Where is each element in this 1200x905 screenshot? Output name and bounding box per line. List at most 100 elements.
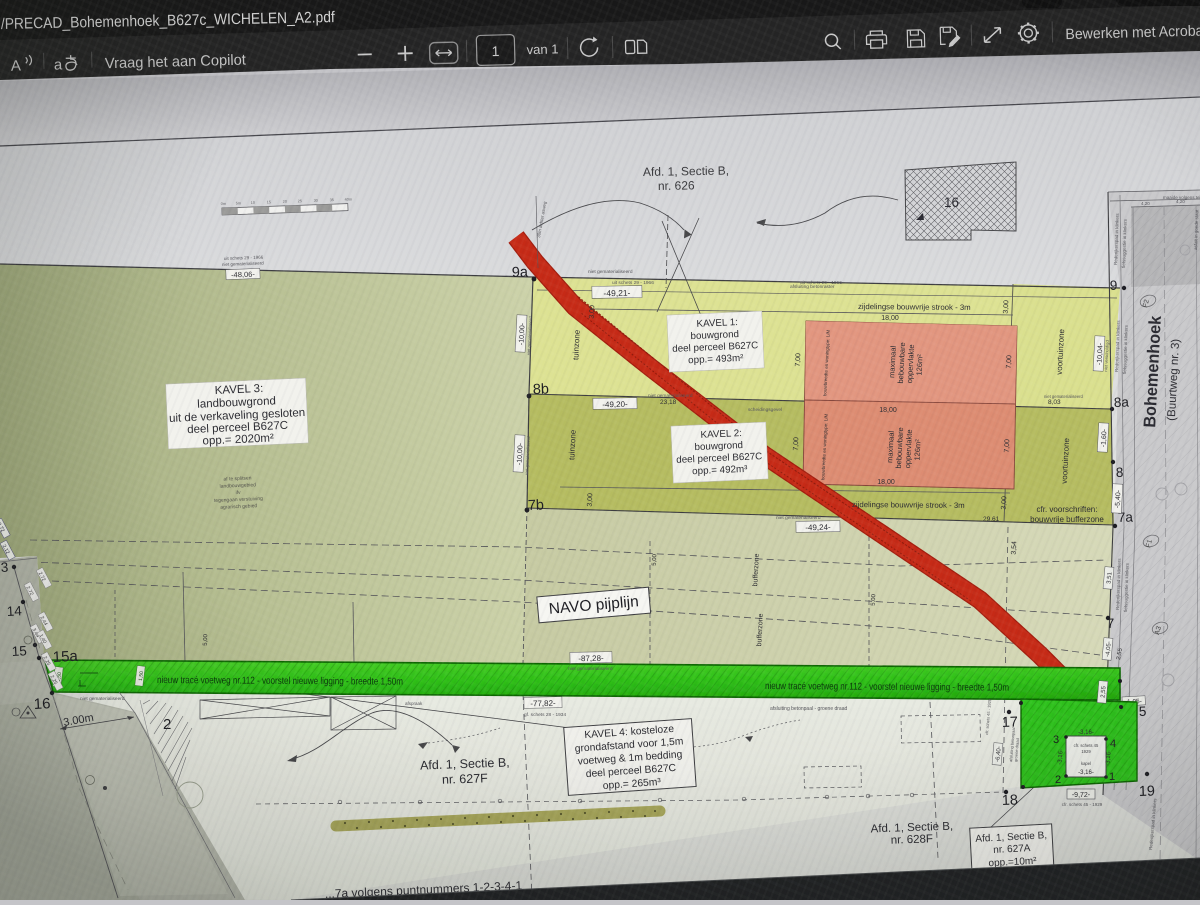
svg-text:1,50: 1,50 [138,671,145,682]
svg-text:126m²: 126m² [912,439,922,461]
svg-text:40m: 40m [345,197,353,201]
svg-text:16: 16 [33,695,51,713]
svg-text:KAVEL 1:: KAVEL 1: [696,317,738,330]
svg-text:2: 2 [1055,774,1061,786]
svg-text:3,00: 3,00 [1003,300,1011,314]
svg-text:9a: 9a [512,264,530,281]
svg-text:7,00: 7,00 [795,353,803,367]
svg-text:nr. 627A: nr. 627A [993,843,1031,856]
svg-text:cfr. schets 45: cfr. schets 45 [1074,743,1099,748]
svg-text:Bewerken met Acroba: Bewerken met Acroba [1065,22,1200,43]
svg-text:-48,06-: -48,06- [231,270,256,280]
svg-text:tuinzone: tuinzone [567,429,578,460]
svg-text:-1,60-: -1,60- [1101,428,1109,447]
svg-text:niet gematerialiseerd: niet gematerialiseerd [588,269,633,275]
svg-text:3,00: 3,00 [1001,496,1009,510]
svg-text:5m: 5m [236,201,241,205]
svg-text:niet gematerialiseerd: niet gematerialiseerd [1044,394,1084,399]
svg-text:van 1: van 1 [526,41,558,57]
svg-text:3: 3 [1053,734,1059,746]
svg-text:5,00: 5,00 [871,593,878,606]
svg-text:nr. 627F: nr. 627F [442,771,489,787]
svg-text:niet gematerialiseerd: niet gematerialiseerd [80,696,125,702]
svg-text:zijdelingse bouwvrije strook -: zijdelingse bouwvrije strook - 3m [852,500,965,510]
svg-text:3,00: 3,00 [587,493,595,507]
svg-text:25: 25 [298,199,302,203]
svg-text:29,61: 29,61 [983,516,1000,523]
svg-text:gf. schets 28 - 1934: gf. schets 28 - 1934 [524,712,566,718]
svg-text:cfr. voorschriften:: cfr. voorschriften: [1037,505,1098,514]
svg-text:18,00: 18,00 [879,407,897,414]
svg-text:5,00: 5,00 [203,633,210,646]
svg-text:8b: 8b [533,381,550,398]
svg-text:8a: 8a [1114,394,1130,410]
svg-text:18,00: 18,00 [881,315,899,322]
svg-text:9: 9 [1110,278,1118,293]
svg-text:A: A [11,57,21,74]
svg-text:nieuw tracé voetweg nr.112 - v: nieuw tracé voetweg nr.112 - voorstel ni… [157,675,403,688]
svg-text:1929: 1929 [1081,749,1091,754]
svg-text:7b: 7b [528,497,545,514]
svg-text:5,00: 5,00 [652,553,659,566]
svg-text:kapel: kapel [1081,761,1091,766]
svg-text:afspraak: afspraak [405,701,423,706]
svg-text:af te splitsen: af te splitsen [223,475,252,482]
svg-text:30: 30 [314,199,318,203]
svg-text:2: 2 [163,716,171,733]
svg-text:15: 15 [267,200,271,204]
svg-text:niet gematerialiseerd: niet gematerialiseerd [568,666,613,672]
svg-text:-3,16-: -3,16- [1078,730,1094,736]
svg-text:-5,40-: -5,40- [1115,489,1123,508]
svg-text:2,55: 2,55 [1100,685,1107,698]
svg-text:afsluiting betonpaal - groene: afsluiting betonpaal - groene draad [770,706,847,712]
svg-text:20: 20 [283,200,287,204]
svg-text:KAVEL 3:: KAVEL 3: [214,383,263,397]
svg-text:uit schets 29 - 1966: uit schets 29 - 1966 [612,280,654,286]
svg-text:14: 14 [6,603,22,619]
svg-text:19: 19 [1139,783,1156,800]
svg-text:a: a [54,56,63,73]
svg-text:18,00: 18,00 [877,479,895,486]
svg-text:18: 18 [1002,792,1019,809]
svg-text:bouwgrond: bouwgrond [694,440,743,453]
svg-text:4: 4 [1110,738,1116,750]
svg-text:7,00: 7,00 [1004,439,1012,453]
svg-text:7,00: 7,00 [793,437,801,451]
svg-text:-49,24-: -49,24- [805,523,831,532]
svg-text:126m²: 126m² [914,354,924,376]
svg-text:35: 35 [330,198,334,202]
svg-text:-9,72-: -9,72- [1072,792,1091,799]
svg-text:zijdelingse bouwvrije strook -: zijdelingse bouwvrije strook - 3m [858,302,971,312]
svg-text:3,54: 3,54 [1011,541,1019,555]
svg-text:1: 1 [491,43,499,59]
svg-text:4,20: 4,20 [1176,199,1185,204]
svg-text:4,20: 4,20 [1141,201,1150,206]
svg-text:23,18: 23,18 [660,399,677,406]
svg-text:nr. 628F: nr. 628F [891,833,934,846]
svg-text:15: 15 [11,643,27,659]
svg-text:uit schets 29 - 1966: uit schets 29 - 1966 [800,280,842,286]
svg-text:10: 10 [251,201,255,205]
svg-text:8: 8 [1116,465,1124,480]
svg-text:0m: 0m [221,202,226,206]
svg-text:3,51: 3,51 [1106,571,1113,584]
svg-text:nieuw tracé voetweg nr.112 - v: nieuw tracé voetweg nr.112 - voorstel ni… [765,681,1009,694]
svg-text:8,03: 8,03 [1048,399,1061,406]
svg-text:16: 16 [944,195,959,210]
svg-text:-10,00-: -10,00- [518,322,526,345]
svg-text:-87,28-: -87,28- [578,654,604,663]
svg-text:-49,21-: -49,21- [603,288,630,298]
svg-text:7,00: 7,00 [1006,355,1014,369]
svg-text:-3,16-: -3,16- [1078,770,1094,776]
svg-text:-77,82-: -77,82- [530,699,556,708]
svg-text:1: 1 [1109,771,1115,783]
svg-text:KAVEL 2:: KAVEL 2: [700,428,742,441]
svg-text:bouwvrije bufferzone: bouwvrije bufferzone [1030,515,1104,524]
svg-text:ifv: ifv [236,490,242,496]
svg-text:scheidingsgevel: scheidingsgevel [748,407,782,413]
svg-text:3,00: 3,00 [589,305,597,319]
svg-text:tuinzone: tuinzone [571,329,582,360]
svg-text:bouwgrond: bouwgrond [690,329,739,342]
svg-text:3: 3 [0,560,8,575]
svg-text:Afd. 1, Sectie B,: Afd. 1, Sectie B, [643,163,729,178]
